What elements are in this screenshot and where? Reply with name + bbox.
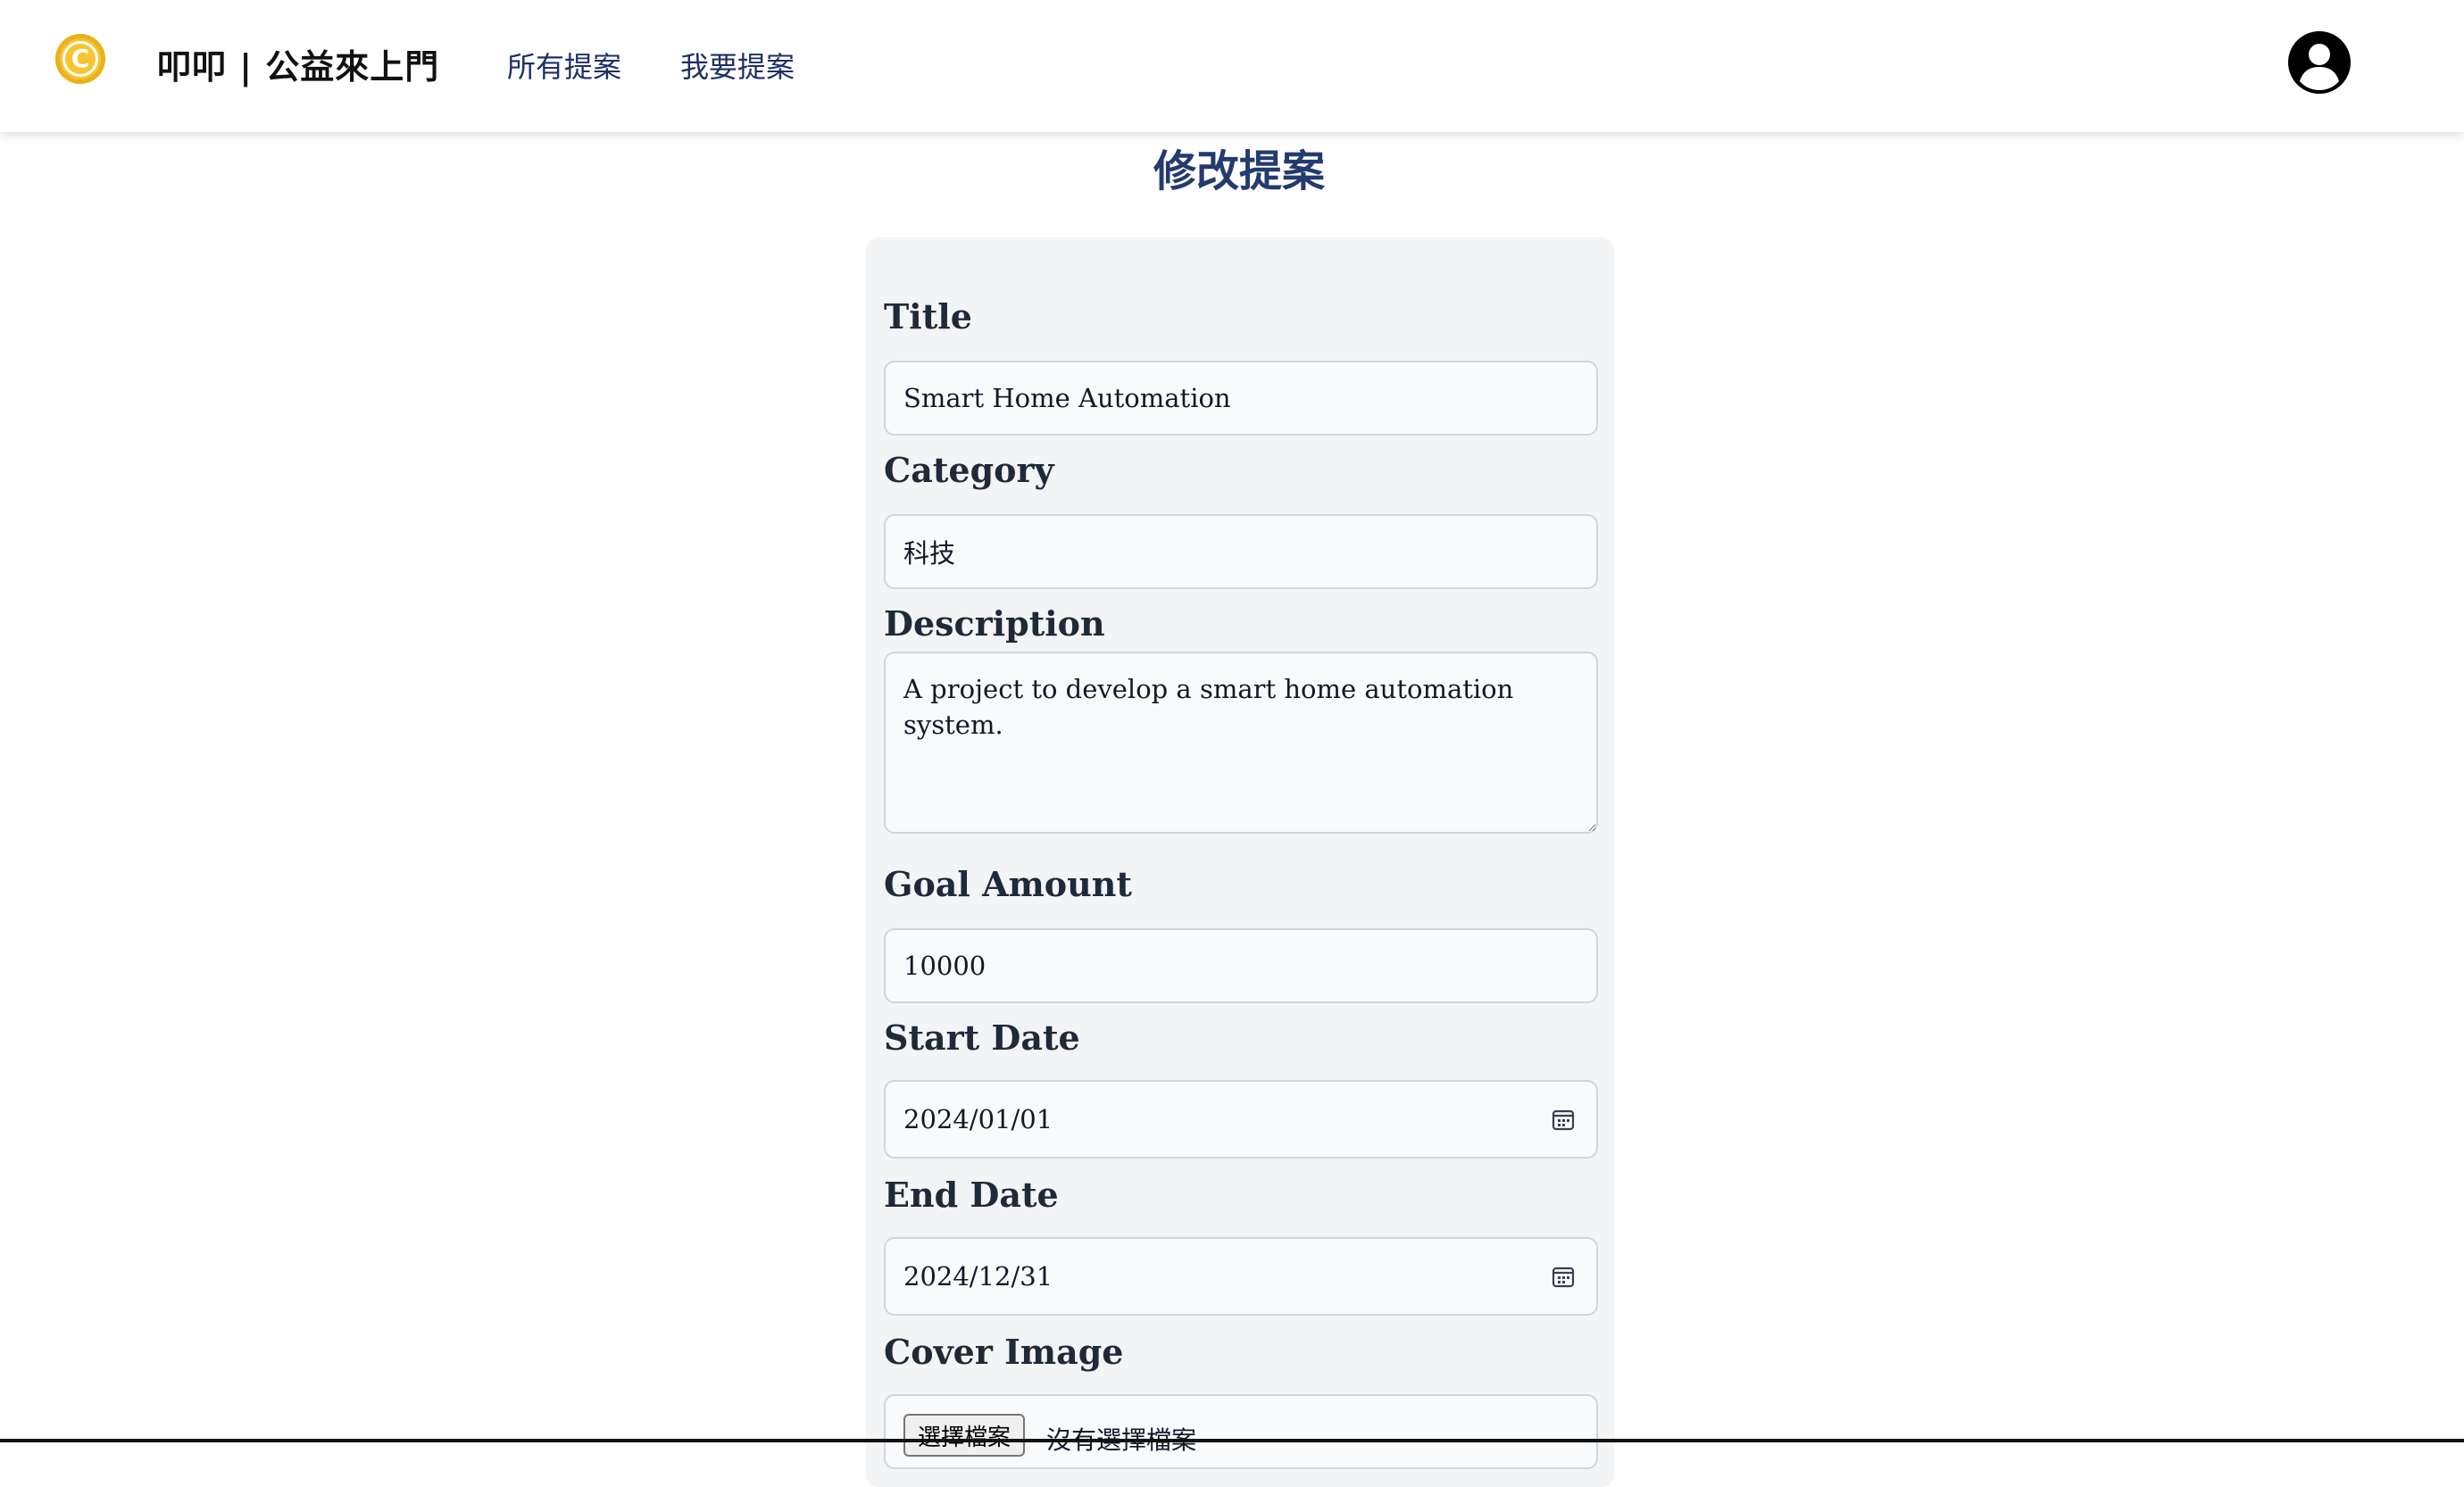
choose-file-button[interactable]: 選擇檔案 — [903, 1414, 1026, 1457]
page-title: 修改提案 — [1153, 146, 1325, 196]
calendar-icon[interactable] — [1552, 1108, 1575, 1131]
top-navigation-bar: C 叩叩 | 公益來上門 所有提案 我要提案 — [0, 0, 2464, 132]
cover-image-label: Cover Image — [884, 1332, 1124, 1372]
category-label: Category — [884, 450, 1054, 490]
user-avatar-icon[interactable] — [2287, 30, 2352, 95]
logo-glyph: C — [62, 41, 98, 77]
calendar-icon[interactable] — [1552, 1265, 1575, 1288]
viewport-bottom-border — [0, 1439, 2464, 1442]
goal-amount-label: Goal Amount — [884, 864, 1132, 904]
cover-image-file-input[interactable]: 選擇檔案 沒有選擇檔案 — [884, 1394, 1598, 1469]
nav-all-proposals[interactable]: 所有提案 — [507, 45, 621, 86]
start-date-label: Start Date — [884, 1018, 1080, 1058]
end-date-label: End Date — [884, 1175, 1059, 1215]
title-label: Title — [884, 296, 972, 336]
logo-icon[interactable]: C — [55, 34, 105, 84]
description-label: Description — [884, 603, 1105, 644]
nav-create-proposal[interactable]: 我要提案 — [680, 45, 795, 86]
end-date-input[interactable] — [884, 1237, 1598, 1316]
category-input[interactable] — [884, 514, 1598, 589]
edit-proposal-form: Title Category Description A project to … — [866, 237, 1614, 1487]
title-input[interactable] — [884, 361, 1598, 436]
start-date-input[interactable] — [884, 1080, 1598, 1159]
brand-title[interactable]: 叩叩 | 公益來上門 — [157, 39, 439, 88]
description-textarea[interactable]: A project to develop a smart home automa… — [884, 652, 1598, 834]
goal-amount-input[interactable] — [884, 928, 1598, 1003]
